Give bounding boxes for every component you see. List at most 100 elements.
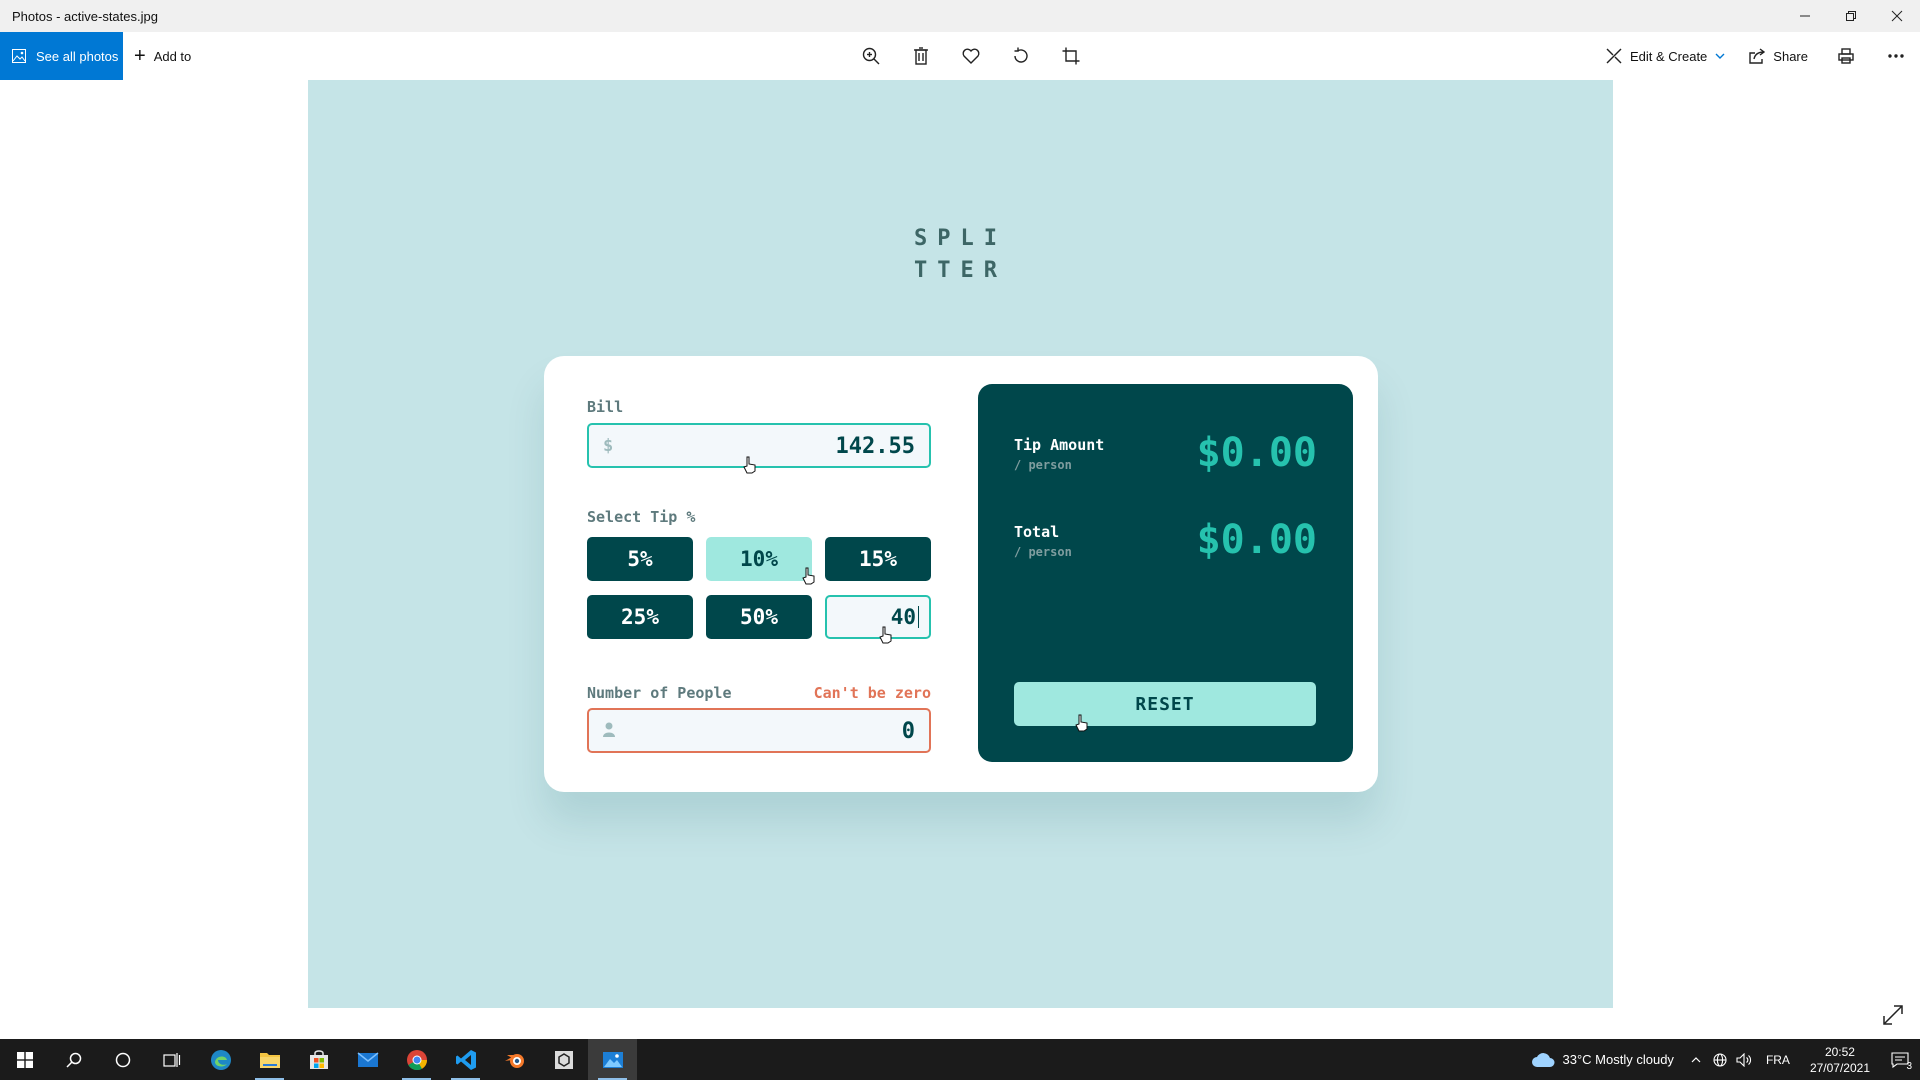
toolbar-right: Edit & Create Share xyxy=(1594,32,1920,80)
delete-button[interactable] xyxy=(896,32,946,80)
taskbar-vscode[interactable] xyxy=(441,1039,490,1080)
custom-tip-value: 40 xyxy=(890,605,916,629)
taskbar-blender[interactable] xyxy=(490,1039,539,1080)
people-input[interactable]: 0 xyxy=(587,708,931,753)
weather-text: 33°C Mostly cloudy xyxy=(1562,1052,1674,1067)
chrome-icon xyxy=(406,1049,427,1070)
taskbar-chrome[interactable] xyxy=(392,1039,441,1080)
notification-count: 3 xyxy=(1906,1061,1912,1072)
tip-50-button[interactable]: 50% xyxy=(706,595,812,639)
close-button[interactable] xyxy=(1874,0,1920,32)
start-button[interactable] xyxy=(0,1039,49,1080)
tip-25-button[interactable]: 25% xyxy=(587,595,693,639)
print-button[interactable] xyxy=(1820,32,1872,80)
bill-label: Bill xyxy=(587,398,624,416)
tip-10-button[interactable]: 10% xyxy=(706,537,812,581)
chevron-up-icon xyxy=(1691,1056,1701,1062)
input-language[interactable]: FRA xyxy=(1756,1053,1800,1067)
result-panel: Tip Amount / person $0.00 Total / person… xyxy=(978,384,1353,762)
fullscreen-button[interactable] xyxy=(1882,1004,1908,1030)
people-error-message: Can't be zero xyxy=(813,684,931,702)
total-label: Total xyxy=(1014,523,1060,541)
network-button[interactable] xyxy=(1708,1039,1732,1080)
task-view-button[interactable] xyxy=(147,1039,196,1080)
edge-icon xyxy=(210,1049,231,1070)
photos-icon xyxy=(12,49,26,63)
people-label: Number of People xyxy=(587,684,732,702)
hand-cursor-icon xyxy=(802,567,815,585)
photos-toolbar: See all photos + Add to Edit & Create Sh… xyxy=(0,32,1920,80)
tip-amount-value: $0.00 xyxy=(1196,430,1317,476)
taskbar-photos[interactable] xyxy=(588,1039,637,1080)
taskbar-edge[interactable] xyxy=(196,1039,245,1080)
print-icon xyxy=(1838,48,1854,64)
edit-create-button[interactable]: Edit & Create xyxy=(1594,32,1737,80)
see-all-photos-button[interactable]: See all photos xyxy=(0,32,123,80)
tip-5-button[interactable]: 5% xyxy=(587,537,693,581)
windows-icon xyxy=(16,1051,33,1068)
add-to-button[interactable]: + Add to xyxy=(134,32,191,80)
restore-icon xyxy=(1846,11,1856,21)
chevron-down-icon xyxy=(1715,53,1725,59)
weather-widget[interactable]: 33°C Mostly cloudy xyxy=(1521,1052,1684,1068)
taskbar-unity[interactable] xyxy=(539,1039,588,1080)
cortana-button[interactable] xyxy=(98,1039,147,1080)
speaker-icon xyxy=(1736,1052,1751,1067)
system-tray: 33°C Mostly cloudy FRA 20:52 27/07/2021 … xyxy=(1521,1039,1920,1080)
bill-value: 142.55 xyxy=(835,434,915,459)
hand-cursor-icon xyxy=(879,626,892,644)
heart-icon xyxy=(962,48,980,64)
edit-create-label: Edit & Create xyxy=(1629,48,1708,64)
clock[interactable]: 20:52 27/07/2021 xyxy=(1800,1044,1880,1076)
rotate-button[interactable] xyxy=(996,32,1046,80)
cloud-icon xyxy=(1531,1052,1555,1067)
folder-icon xyxy=(259,1052,280,1068)
clock-time: 20:52 xyxy=(1824,1044,1855,1059)
more-options-button[interactable] xyxy=(1872,32,1920,80)
trash-icon xyxy=(914,47,928,65)
splitter-logo: SPLI TTER xyxy=(308,223,1613,287)
tip-15-button[interactable]: 15% xyxy=(825,537,931,581)
bill-input[interactable]: $ 142.55 xyxy=(587,423,931,468)
show-hidden-icons-button[interactable] xyxy=(1684,1039,1708,1080)
share-button[interactable]: Share xyxy=(1737,32,1820,80)
taskbar-apps xyxy=(0,1039,637,1080)
restore-button[interactable] xyxy=(1828,0,1874,32)
search-button[interactable] xyxy=(49,1039,98,1080)
tray-icons xyxy=(1684,1039,1756,1080)
logo-line-1: SPLI xyxy=(914,226,1007,251)
window-title: Photos - active-states.jpg xyxy=(12,8,158,24)
photo-tools xyxy=(846,32,1096,80)
window-controls xyxy=(1782,0,1920,32)
clock-date: 27/07/2021 xyxy=(1809,1060,1870,1075)
hand-cursor-icon xyxy=(743,456,756,474)
share-label: Share xyxy=(1773,48,1808,64)
tip-amount-per-person: / person xyxy=(1014,458,1072,472)
crop-button[interactable] xyxy=(1046,32,1096,80)
zoom-button[interactable] xyxy=(846,32,896,80)
store-icon xyxy=(309,1049,328,1069)
minimize-button[interactable] xyxy=(1782,0,1828,32)
photo-image: SPLI TTER Bill $ 142.55 Select Tip % 5% … xyxy=(308,80,1613,1008)
person-icon xyxy=(603,722,615,737)
taskbar-file-explorer[interactable] xyxy=(245,1039,294,1080)
volume-button[interactable] xyxy=(1732,1039,1756,1080)
blender-icon xyxy=(504,1053,524,1068)
see-all-photos-label: See all photos xyxy=(36,48,119,64)
more-icon xyxy=(1888,54,1904,58)
hand-cursor-icon xyxy=(1075,714,1088,732)
select-tip-label: Select Tip % xyxy=(587,508,696,526)
reset-button[interactable]: RESET xyxy=(1014,682,1316,726)
add-to-label: Add to xyxy=(153,48,192,64)
action-center-button[interactable]: 3 xyxy=(1880,1039,1920,1080)
cortana-icon xyxy=(115,1052,130,1067)
favorite-button[interactable] xyxy=(946,32,996,80)
globe-icon xyxy=(1713,1052,1727,1067)
custom-tip-input[interactable]: 40 xyxy=(825,595,931,639)
taskbar-mail[interactable] xyxy=(343,1039,392,1080)
share-icon xyxy=(1749,48,1766,64)
expand-icon xyxy=(1883,1005,1903,1025)
taskbar-store[interactable] xyxy=(294,1039,343,1080)
taskbar: 33°C Mostly cloudy FRA 20:52 27/07/2021 … xyxy=(0,1039,1920,1080)
crop-icon xyxy=(1062,47,1080,65)
